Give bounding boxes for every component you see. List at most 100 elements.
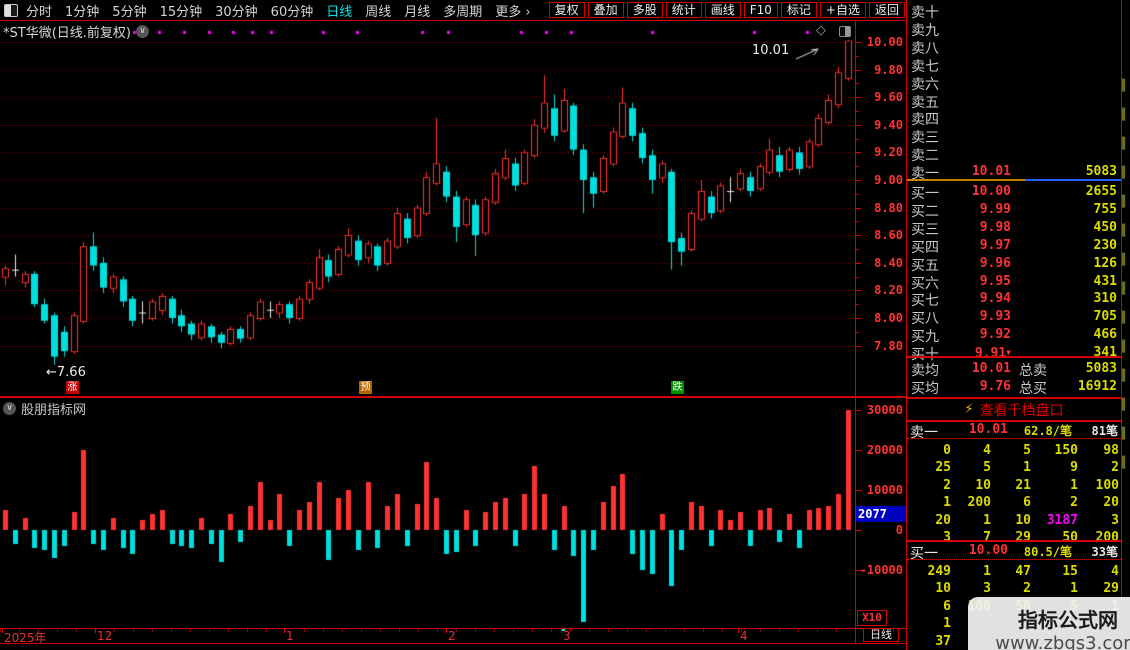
buy-level-6-price: 9.95 [979, 273, 1011, 289]
sell-average-row: 卖均 10.01 总卖 5083 [907, 360, 1121, 379]
buy-level-4-price: 9.97 [979, 237, 1011, 253]
menu-period-3[interactable]: 15分钟 [160, 1, 203, 20]
quote-panel: 卖十 卖九 卖八 卖七 卖六 卖五 卖四 卖三 卖二 卖一 10.01 5083 买一 10.00 2655… [907, 0, 1121, 650]
menu-period-10[interactable]: 更多 › [495, 1, 530, 20]
sell-level-8[interactable]: 卖八 [907, 38, 1121, 57]
sell-queue-cell-0-1: 4 [983, 443, 991, 458]
tool-button-6[interactable]: 标记 [780, 2, 817, 18]
vol-tick-30000: 30000 [866, 403, 903, 417]
level2-label: 查看千档盘口 [979, 402, 1064, 419]
sell-level-3[interactable]: 卖三 [907, 127, 1121, 146]
buy-level-2[interactable]: 买二 9.99 755 [907, 201, 1121, 220]
sell-level-4[interactable]: 卖四 [907, 109, 1121, 128]
timeline-label-1: 1 [286, 629, 294, 643]
price-tick-10.00: 10.00 [866, 35, 903, 49]
buy-level-9[interactable]: 买九 9.92 466 [907, 326, 1121, 345]
sell-queue-cell-3-2: 6 [1023, 495, 1031, 511]
event-badge-跌: 跌 [671, 381, 684, 394]
timeline-label-4: 4 [740, 629, 748, 643]
low-price-annotation: ←7.66 [46, 365, 86, 380]
window-split-icon[interactable] [4, 3, 18, 17]
sell-queue-order-count: 81笔 [1091, 424, 1118, 438]
menu-period-6[interactable]: 日线 [326, 1, 352, 20]
sell-level-2[interactable]: 卖二 [907, 145, 1121, 164]
tool-button-8[interactable]: 返回 [868, 2, 905, 18]
buy-level-1[interactable]: 买一 10.00 2655 [907, 183, 1121, 202]
top-menu-bar: 分时 1分钟 5分钟 15分钟 30分钟 60分钟 日线 周线 月线 多周期 更多 › 复权 叠加 多股… [0, 0, 907, 20]
buy-avg-label: 买均 [911, 381, 939, 397]
menu-period-2[interactable]: 5分钟 [112, 1, 146, 20]
tool-button-7[interactable]: +自选 [819, 2, 866, 18]
tool-button-1[interactable]: 叠加 [587, 2, 624, 18]
tool-button-2[interactable]: 多股 [626, 2, 663, 18]
sell-level-7[interactable]: 卖七 [907, 56, 1121, 75]
buy-queue-per-order: 80.5/笔 [1023, 545, 1072, 559]
tool-button-5[interactable]: F10 [743, 2, 778, 18]
sell-level-10[interactable]: 卖十 [907, 2, 1121, 21]
chart-title: *ST华微(日线.前复权) ∨ [3, 22, 149, 41]
buy-level-6[interactable]: 买六 9.95 431 [907, 273, 1121, 292]
chevron-down-icon[interactable]: ∨ [135, 25, 149, 38]
menu-period-5[interactable]: 60分钟 [271, 1, 314, 20]
sell-queue-cell-1-1: 5 [983, 460, 991, 476]
sell-queue-cell-0-0: 0 [943, 443, 951, 458]
menu-period-1[interactable]: 1分钟 [65, 1, 99, 20]
buy-level-2-volume: 755 [1093, 201, 1117, 217]
sell-queue-cell-0-3: 150 [1054, 443, 1078, 458]
diamond-marker-icon: ◇ [816, 23, 826, 38]
lightning-icon: ⚡ [964, 402, 974, 417]
buy-queue-cell-1-2: 2 [1023, 581, 1031, 597]
buy-avg-value: 9.76 [979, 379, 1011, 394]
level2-link[interactable]: ⚡ 查看千档盘口 [907, 400, 1121, 419]
sell-queue-cell-3-3: 2 [1070, 495, 1078, 511]
tool-button-4[interactable]: 画线 [704, 2, 741, 18]
indicator-label: ∨ 股朋指标网 [3, 399, 86, 418]
panel-toggle-icon[interactable] [839, 26, 851, 37]
sell-avg-label: 卖均 [911, 363, 939, 379]
tool-button-0[interactable]: 复权 [548, 2, 585, 18]
sell-level-5[interactable]: 卖五 [907, 92, 1121, 111]
sell-level-9[interactable]: 卖九 [907, 20, 1121, 39]
divider [0, 643, 907, 644]
sell-queue-cell-4-2: 10 [1015, 512, 1031, 528]
buy-level-8[interactable]: 买八 9.93 705 [907, 308, 1121, 327]
buy-level-7[interactable]: 买七 9.94 310 [907, 290, 1121, 309]
vol-tick-0: 0 [895, 523, 903, 537]
sell-queue-cell-1-3: 9 [1070, 460, 1078, 476]
main-chart-canvas[interactable] [0, 0, 856, 650]
divider [906, 0, 907, 650]
ratio-bar-buy [1025, 179, 1121, 181]
menu-period-4[interactable]: 30分钟 [215, 1, 258, 20]
buy-level-9-price: 9.92 [979, 327, 1011, 343]
price-tick-9.20: 9.20 [874, 145, 903, 160]
buy-level-3[interactable]: 买三 9.98 450 [907, 219, 1121, 238]
period-menu: 分时 1分钟 5分钟 15分钟 30分钟 60分钟 日线 周线 月线 多周期 更多 › [26, 1, 531, 20]
tool-button-3[interactable]: 统计 [665, 2, 702, 18]
buy-level-4[interactable]: 买四 9.97 230 [907, 237, 1121, 256]
buy-level-5[interactable]: 买五 9.96 126 [907, 255, 1121, 274]
total-sell-label: 总卖 [1019, 363, 1047, 379]
vol-tick-10000: 10000 [866, 483, 903, 497]
watermark-url: www.zbgs3.com [995, 633, 1130, 650]
menu-period-7[interactable]: 周线 [365, 1, 391, 20]
divider [907, 540, 1121, 542]
tool-menu: 复权 叠加 多股 统计 画线 F10 标记 +自选 返回 [548, 2, 907, 18]
price-tick-8.00: 8.00 [874, 311, 903, 325]
volume-cursor-value: 2077 [856, 506, 906, 522]
chevron-down-icon[interactable]: ∨ [3, 402, 16, 415]
vol-tick--10000: -10000 [859, 563, 903, 577]
menu-period-0[interactable]: 分时 [26, 1, 52, 20]
buy-level-5-price: 9.96 [979, 255, 1011, 271]
menu-period-9[interactable]: 多周期 [443, 1, 482, 20]
divider [855, 20, 856, 644]
buy-level-7-price: 9.94 [979, 291, 1011, 307]
period-box[interactable]: 日线 [863, 628, 899, 642]
menu-period-8[interactable]: 月线 [404, 1, 430, 20]
buy-level-3-volume: 450 [1093, 219, 1117, 235]
timeline-label-3: 3 [563, 629, 571, 643]
buy-level-6-volume: 431 [1093, 273, 1117, 289]
event-badge-涨: 涨 [66, 381, 79, 394]
sell-queue-cell-2-2: 21 [1015, 477, 1031, 493]
sell-level-6[interactable]: 卖六 [907, 74, 1121, 93]
scale-toggle[interactable]: X10 [857, 610, 887, 626]
